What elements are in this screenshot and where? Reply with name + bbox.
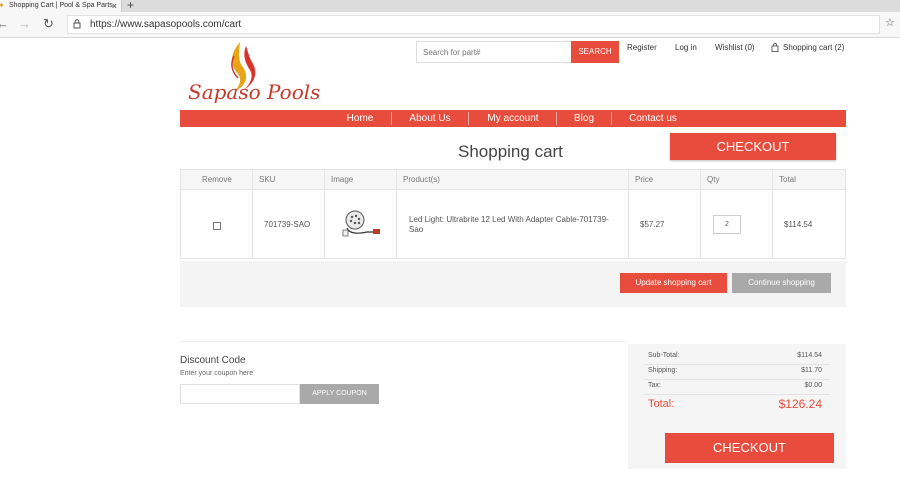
total-value: $126.24	[778, 397, 822, 411]
url-field[interactable]: https://www.sapasopools.com/cart	[67, 15, 880, 34]
url-text: https://www.sapasopools.com/cart	[90, 19, 242, 30]
reload-icon[interactable]: ↻	[43, 16, 54, 32]
site-logo[interactable]: Sapaso Pools	[182, 40, 320, 106]
tax-value: $0.00	[804, 382, 822, 389]
coupon-input[interactable]	[180, 384, 300, 404]
header-products: Product(s)	[403, 175, 440, 184]
column-divider	[324, 170, 325, 258]
row-price: $57.27	[640, 220, 665, 229]
quantity-input[interactable]: 2	[713, 215, 741, 234]
nav-blog[interactable]: Blog	[568, 110, 600, 127]
column-divider	[252, 170, 253, 258]
checkout-button-top[interactable]: CHECKOUT	[670, 133, 836, 160]
favicon-icon: ✦	[0, 2, 5, 10]
discount-hint: Enter your coupon here	[180, 370, 254, 377]
cart-table: Remove SKU Image Product(s) Price Qty To…	[180, 169, 846, 259]
subtotal-label: Sub-Total:	[648, 352, 680, 359]
main-navigation: Home About Us My account Blog Contact us	[180, 110, 846, 127]
nav-about-us[interactable]: About Us	[402, 110, 458, 127]
column-divider	[628, 170, 629, 258]
tab-close-icon[interactable]: ×	[112, 0, 117, 12]
header-remove: Remove	[202, 175, 232, 184]
page-title: Shopping cart	[458, 142, 563, 161]
row-product-name[interactable]: Led Light: Ultrabrite 12 Led With Adapte…	[409, 215, 619, 235]
order-totals: Sub-Total: $114.54 Shipping: $11.70 Tax:…	[628, 344, 846, 469]
row-sku: 701739-SAO	[264, 220, 311, 229]
cart-icon	[771, 43, 779, 52]
product-image[interactable]	[339, 208, 383, 241]
discount-title: Discount Code	[180, 355, 246, 366]
register-link[interactable]: Register	[627, 43, 657, 52]
logo-text: Sapaso Pools	[188, 80, 321, 104]
nav-separator	[556, 112, 557, 125]
browser-tab[interactable]: ✦ Shopping Cart | Pool & Spa Parts ×	[0, 0, 122, 12]
header-sku: SKU	[259, 175, 276, 184]
browser-tab-bar: ✦ Shopping Cart | Pool & Spa Parts × +	[0, 0, 900, 12]
subtotal-value: $114.54	[797, 352, 822, 359]
table-header: Remove SKU Image Product(s) Price Qty To…	[181, 170, 845, 190]
total-label: Total:	[648, 398, 675, 410]
nav-separator	[391, 112, 392, 125]
forward-icon[interactable]: →	[18, 16, 31, 32]
totals-separator	[644, 394, 830, 395]
column-divider	[772, 170, 773, 258]
update-cart-button[interactable]: Update shopping cart	[620, 273, 727, 293]
shopping-cart-link[interactable]: Shopping cart (2)	[783, 43, 844, 52]
remove-checkbox[interactable]	[213, 222, 221, 230]
back-icon[interactable]: ←	[0, 16, 9, 32]
checkout-button-bottom[interactable]: CHECKOUT	[665, 433, 834, 463]
row-product-line2: Sao	[409, 225, 424, 234]
lock-icon	[73, 19, 81, 29]
wishlist-link[interactable]: Wishlist (0)	[715, 43, 755, 52]
section-divider	[180, 341, 627, 342]
column-divider	[700, 170, 701, 258]
header-total: Total	[779, 175, 796, 184]
header-qty: Qty	[707, 175, 720, 184]
tab-title: Shopping Cart | Pool & Spa Parts	[9, 2, 113, 9]
nav-contact-us[interactable]: Contact us	[622, 110, 684, 127]
nav-separator	[468, 112, 469, 125]
tax-label: Tax:	[648, 382, 661, 389]
search-input[interactable]	[416, 41, 572, 63]
apply-coupon-button[interactable]: APPLY COUPON	[300, 384, 379, 404]
login-link[interactable]: Log in	[675, 43, 697, 52]
new-tab-icon[interactable]: +	[127, 0, 134, 12]
totals-separator	[644, 379, 830, 380]
search-button[interactable]: SEARCH	[571, 41, 619, 63]
row-total: $114.54	[784, 220, 813, 229]
nav-my-account[interactable]: My account	[480, 110, 546, 127]
star-icon[interactable]: ☆	[885, 16, 895, 29]
shipping-value: $11.70	[801, 367, 822, 374]
column-divider	[396, 170, 397, 258]
nav-separator	[611, 112, 612, 125]
shipping-label: Shipping:	[648, 367, 678, 374]
continue-shopping-button[interactable]: Continue shopping	[732, 273, 831, 293]
totals-separator	[644, 364, 830, 365]
row-product-line1: Led Light: Ultrabrite 12 Led With Adapte…	[409, 215, 609, 224]
nav-home[interactable]: Home	[340, 110, 380, 127]
header-image: Image	[331, 175, 354, 184]
header-price: Price	[635, 175, 654, 184]
address-bar: ← → ↻ https://www.sapasopools.com/cart	[0, 12, 900, 38]
cart-actions: Update shopping cart Continue shopping	[180, 261, 846, 307]
